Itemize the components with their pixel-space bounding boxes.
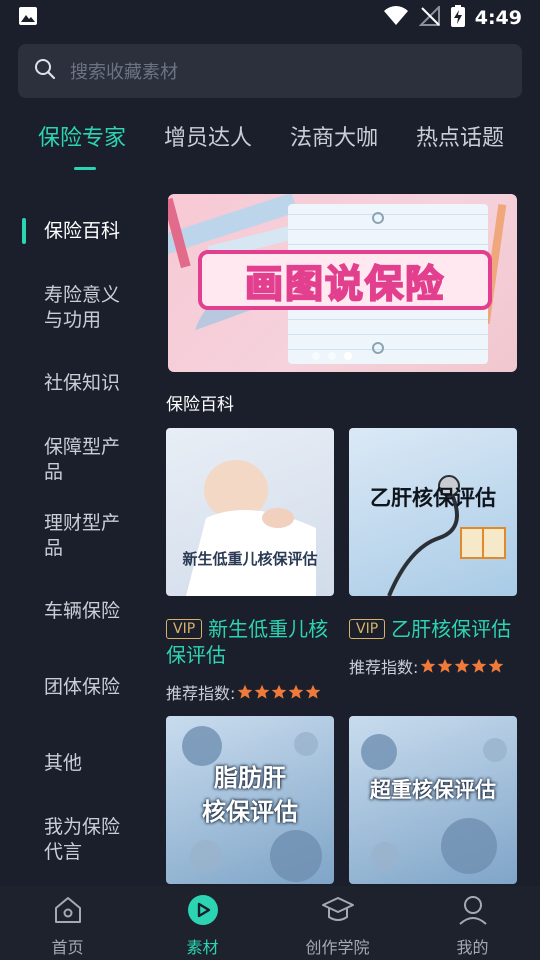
bottom-nav-materials[interactable]: 素材 <box>135 886 270 960</box>
side-item-insurance-encyclopedia[interactable]: 保险百科 <box>44 219 144 244</box>
banner-title-frame: 画图说保险 <box>198 250 492 310</box>
rating-label: 推荐指数: <box>166 684 236 703</box>
thumb-caption: 新生低重儿核保评估 <box>182 550 318 568</box>
banner-dot-1[interactable] <box>312 352 320 360</box>
search-input[interactable]: 搜索收藏素材 <box>18 44 522 98</box>
star-icon <box>238 684 253 699</box>
promo-banner[interactable]: 画图说保险 <box>168 194 517 372</box>
gallery-notification-icon <box>18 6 38 30</box>
side-nav-active-indicator <box>22 218 26 244</box>
tab-recruitment-expert[interactable]: 增员达人 <box>164 120 252 152</box>
star-icon <box>472 658 487 673</box>
star-icon <box>272 684 287 699</box>
bottom-nav-home[interactable]: 首页 <box>0 886 135 960</box>
tab-insurance-expert[interactable]: 保险专家 <box>38 120 126 152</box>
vip-badge: VIP <box>349 619 386 639</box>
home-icon <box>52 894 84 930</box>
card-thumbnail[interactable]: 乙肝核保评估 <box>349 428 517 596</box>
side-item-protection-products[interactable]: 保障型产品 <box>44 435 134 485</box>
active-tab-indicator <box>74 167 96 170</box>
star-icon <box>306 684 321 699</box>
star-icon <box>489 658 504 673</box>
card-thumbnail[interactable]: 脂肪肝 核保评估 <box>166 716 334 884</box>
banner-pagination <box>312 352 352 360</box>
rating-label: 推荐指数: <box>349 658 419 677</box>
star-icon <box>421 658 436 673</box>
thumb-caption-line1: 脂肪肝 <box>214 764 286 792</box>
search-placeholder: 搜索收藏素材 <box>70 62 178 83</box>
no-signal-icon <box>418 4 441 30</box>
rating-stars <box>237 684 321 700</box>
side-item-other[interactable]: 其他 <box>44 751 144 776</box>
card-thumbnail[interactable]: 超重核保评估 <box>349 716 517 884</box>
bottom-nav-label: 我的 <box>456 938 489 957</box>
banner-title: 画图说保险 <box>244 261 445 307</box>
side-item-endorse-insurance[interactable]: 我为保险代言 <box>44 815 134 865</box>
card-rating: 推荐指数: <box>349 654 517 678</box>
wifi-icon <box>383 6 409 30</box>
material-card[interactable]: 脂肪肝 核保评估 <box>166 716 334 884</box>
user-icon <box>457 894 489 930</box>
material-card[interactable]: 超重核保评估 <box>349 716 517 884</box>
card-title[interactable]: VIP 新生低重儿核保评估 <box>166 616 334 668</box>
section-title: 保险百科 <box>166 395 234 415</box>
status-time: 4:49 <box>474 7 522 29</box>
card-rating: 推荐指数: <box>166 680 334 704</box>
baby-photo <box>186 460 316 596</box>
bottom-nav-label: 创作学院 <box>305 938 370 957</box>
graduation-cap-icon <box>321 894 355 930</box>
bottom-nav-label: 首页 <box>51 938 84 957</box>
thumb-caption: 乙肝核保评估 <box>370 486 496 510</box>
bottom-nav-academy[interactable]: 创作学院 <box>270 886 405 960</box>
play-icon <box>187 894 219 930</box>
bottom-nav: 首页 素材 创作学院 我的 <box>0 886 540 960</box>
bottom-nav-profile[interactable]: 我的 <box>405 886 540 960</box>
material-card[interactable]: 新生低重儿核保评估 VIP 新生低重儿核保评估 推荐指数: <box>166 428 334 704</box>
tab-legal-business[interactable]: 法商大咖 <box>290 120 378 152</box>
thumb-caption-line2: 核保评估 <box>202 798 298 826</box>
card-title-text: 乙肝核保评估 <box>391 617 512 641</box>
status-bar: 4:49 <box>0 0 540 36</box>
rating-stars <box>420 658 504 674</box>
star-icon <box>289 684 304 699</box>
side-item-social-security[interactable]: 社保知识 <box>44 371 144 396</box>
vip-badge: VIP <box>166 619 203 639</box>
bottom-nav-label: 素材 <box>186 938 219 957</box>
star-icon <box>438 658 453 673</box>
thumb-caption: 超重核保评估 <box>370 778 496 802</box>
banner-dot-2[interactable] <box>328 352 336 360</box>
side-item-life-insurance-meaning[interactable]: 寿险意义与功用 <box>44 283 134 333</box>
stethoscope-photo <box>387 475 506 596</box>
side-item-group-insurance[interactable]: 团体保险 <box>44 675 144 700</box>
side-item-wealth-products[interactable]: 理财型产品 <box>44 511 134 561</box>
tab-hot-topics[interactable]: 热点话题 <box>416 120 504 152</box>
category-tabs: 保险专家 增员达人 法商大咖 热点话题 <box>0 112 540 172</box>
side-item-vehicle-insurance[interactable]: 车辆保险 <box>44 599 144 624</box>
banner-dot-3[interactable] <box>344 352 352 360</box>
star-icon <box>455 658 470 673</box>
card-thumbnail[interactable]: 新生低重儿核保评估 <box>166 428 334 596</box>
search-icon <box>34 58 56 84</box>
star-icon <box>255 684 270 699</box>
material-card[interactable]: 乙肝核保评估 VIP 乙肝核保评估 推荐指数: <box>349 428 517 678</box>
card-title[interactable]: VIP 乙肝核保评估 <box>349 616 517 642</box>
battery-charging-icon <box>450 5 465 31</box>
